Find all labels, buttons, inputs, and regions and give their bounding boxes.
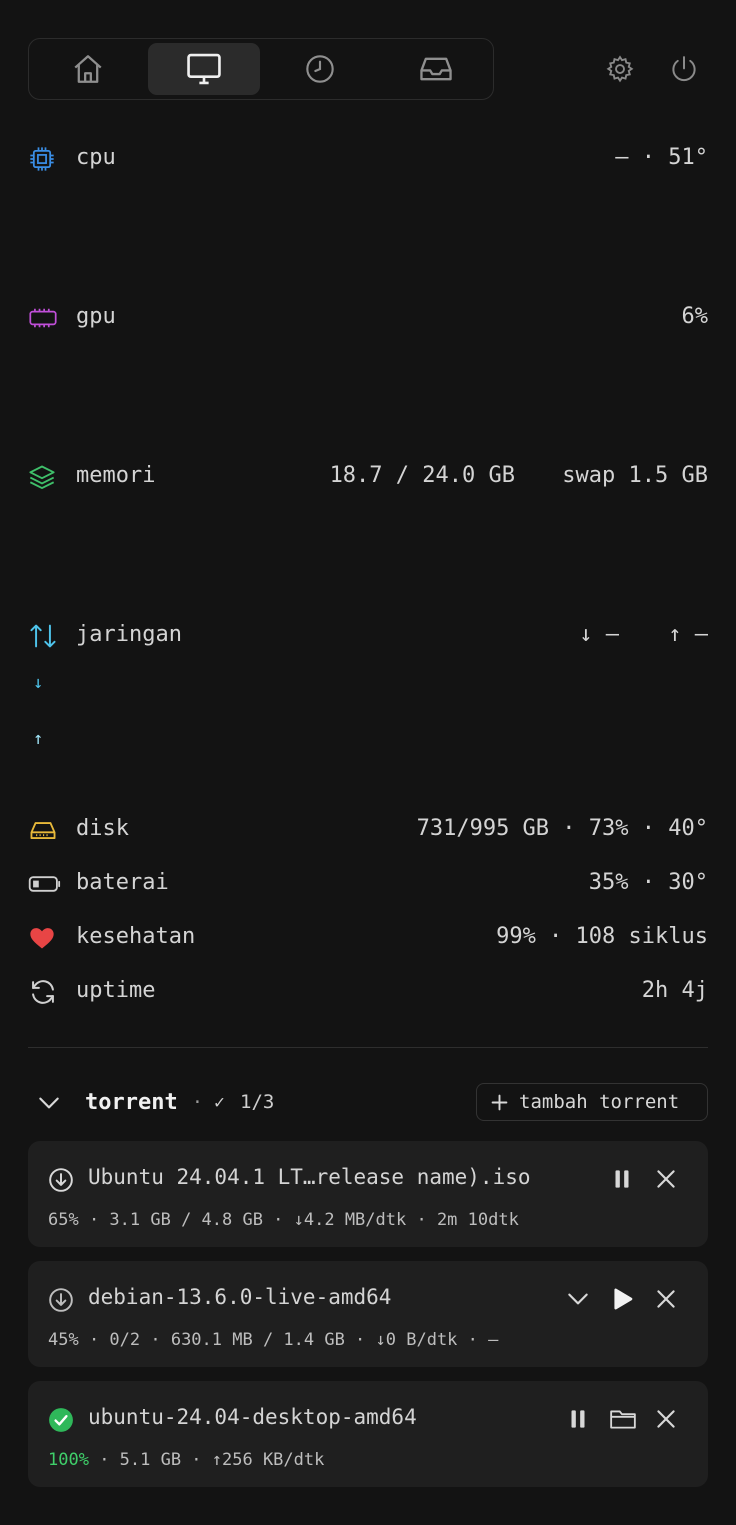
layers-icon xyxy=(28,463,58,491)
cpu-value: — · 51° xyxy=(615,145,708,170)
close-icon xyxy=(657,1290,675,1308)
open-folder-button[interactable] xyxy=(609,1406,636,1432)
pause-icon xyxy=(571,1410,585,1428)
torrent-meta: 45% · 0/2 · 630.1 MB / 1.4 GB · ↓0 B/dtk… xyxy=(48,1330,498,1350)
battery-icon xyxy=(28,870,61,898)
gpu-icon xyxy=(28,304,58,332)
disk-label: disk xyxy=(76,816,129,841)
remove-button[interactable] xyxy=(653,1286,679,1312)
torrent-percent: 100% xyxy=(48,1450,89,1470)
network-down-series-label: ↓ xyxy=(33,673,44,693)
torrent-name: debian-13.6.0-live-amd64 xyxy=(88,1285,392,1309)
torrent-title: torrent xyxy=(85,1090,178,1115)
torrent-title-separator: · xyxy=(192,1092,203,1113)
resume-button[interactable] xyxy=(609,1286,635,1312)
torrent-details: · 5.1 GB · ↑256 KB/dtk xyxy=(88,1450,325,1470)
pause-icon xyxy=(615,1170,629,1188)
gpu-row: gpu 6% xyxy=(28,301,708,335)
torrent-name: Ubuntu 24.04.1 LT…release name).iso xyxy=(88,1165,531,1189)
remove-button[interactable] xyxy=(653,1166,679,1192)
tab-system[interactable] xyxy=(148,43,260,95)
play-icon xyxy=(614,1288,633,1310)
network-down-value: ↓ — xyxy=(579,622,619,647)
torrent-percent: 45% xyxy=(48,1330,79,1350)
torrent-meta: 100% · 5.1 GB · ↑256 KB/dtk xyxy=(48,1450,324,1470)
download-circle-icon xyxy=(48,1167,74,1193)
refresh-icon xyxy=(28,978,58,1006)
pause-button[interactable] xyxy=(609,1166,635,1192)
check-circle-icon xyxy=(48,1407,74,1433)
power-button[interactable] xyxy=(669,54,699,84)
health-row: kesehatan 99% · 108 siklus xyxy=(28,921,708,955)
torrent-item[interactable]: Ubuntu 24.04.1 LT…release name).iso 65% … xyxy=(28,1141,708,1247)
add-torrent-button[interactable]: tambah torrent xyxy=(476,1083,708,1121)
close-icon xyxy=(657,1170,675,1188)
settings-button[interactable] xyxy=(605,54,635,84)
chevron-down-icon xyxy=(568,1293,588,1305)
torrent-percent: 65% xyxy=(48,1210,79,1230)
torrent-details: · 3.1 GB / 4.8 GB · ↓4.2 MB/dtk · 2m 10d… xyxy=(78,1210,519,1230)
disk-value: 731/995 GB · 73% · 40° xyxy=(416,816,708,841)
gear-icon xyxy=(606,55,634,83)
expand-files-button[interactable] xyxy=(565,1286,591,1312)
view-tab-bar xyxy=(28,38,494,100)
torrent-meta: 65% · 3.1 GB / 4.8 GB · ↓4.2 MB/dtk · 2m… xyxy=(48,1210,519,1230)
clock-icon xyxy=(306,55,334,83)
torrent-details: · 0/2 · 630.1 MB / 1.4 GB · ↓0 B/dtk · — xyxy=(78,1330,499,1350)
swap-value: swap 1.5 GB xyxy=(562,463,708,488)
arrows-up-down-icon xyxy=(28,622,58,650)
cpu-label: cpu xyxy=(76,145,116,170)
torrent-item[interactable]: ubuntu-24.04-desktop-amd64 100% · 5.1 GB… xyxy=(28,1381,708,1487)
torrent-section-header: torrent · ✓ 1/3 tambah torrent xyxy=(28,1082,708,1122)
health-value: 99% · 108 siklus xyxy=(496,924,708,949)
tab-history[interactable] xyxy=(264,43,376,95)
heart-icon xyxy=(28,924,58,952)
hard-drive-icon xyxy=(28,816,58,844)
collapse-torrent-button[interactable] xyxy=(36,1092,62,1114)
uptime-row: uptime 2h 4j xyxy=(28,975,708,1009)
torrent-name: ubuntu-24.04-desktop-amd64 xyxy=(88,1405,417,1429)
battery-label: baterai xyxy=(76,870,169,895)
uptime-label: uptime xyxy=(76,978,156,1003)
plus-icon xyxy=(491,1094,508,1111)
memory-row: memori 18.7 / 24.0 GB swap 1.5 GB xyxy=(28,460,708,494)
chevron-down-icon xyxy=(39,1097,59,1109)
pause-seeding-button[interactable] xyxy=(565,1406,591,1432)
network-up-value: ↑ — xyxy=(668,622,708,647)
close-icon xyxy=(657,1410,675,1428)
torrent-item[interactable]: debian-13.6.0-live-amd64 45% · 0/2 · 630… xyxy=(28,1261,708,1367)
home-icon xyxy=(74,55,102,83)
gpu-value: 6% xyxy=(681,304,709,329)
torrent-complete-count: 1/3 xyxy=(240,1091,275,1113)
health-label: kesehatan xyxy=(76,924,196,949)
cpu-row: cpu — · 51° xyxy=(28,142,708,176)
network-up-series-label: ↑ xyxy=(33,729,44,749)
battery-row: baterai 35% · 30° xyxy=(28,867,708,901)
memory-value: 18.7 / 24.0 GB xyxy=(329,463,515,488)
cpu-icon xyxy=(28,145,58,173)
download-circle-icon xyxy=(48,1287,74,1313)
power-icon xyxy=(672,56,696,82)
check-icon: ✓ xyxy=(214,1092,225,1113)
disk-row: disk 731/995 GB · 73% · 40° xyxy=(28,813,708,847)
add-torrent-label: tambah torrent xyxy=(519,1091,680,1113)
uptime-value: 2h 4j xyxy=(641,978,708,1003)
tab-home[interactable] xyxy=(32,43,144,95)
battery-value: 35% · 30° xyxy=(588,870,708,895)
network-label: jaringan xyxy=(76,622,182,647)
memory-label: memori xyxy=(76,463,156,488)
remove-button[interactable] xyxy=(653,1406,679,1432)
section-divider xyxy=(28,1047,708,1048)
inbox-icon xyxy=(420,57,452,81)
tab-inbox[interactable] xyxy=(380,43,492,95)
folder-icon xyxy=(610,1410,636,1429)
gpu-label: gpu xyxy=(76,304,116,329)
network-row: jaringan ↓ — ↑ — xyxy=(28,619,708,653)
monitor-icon xyxy=(187,53,221,85)
